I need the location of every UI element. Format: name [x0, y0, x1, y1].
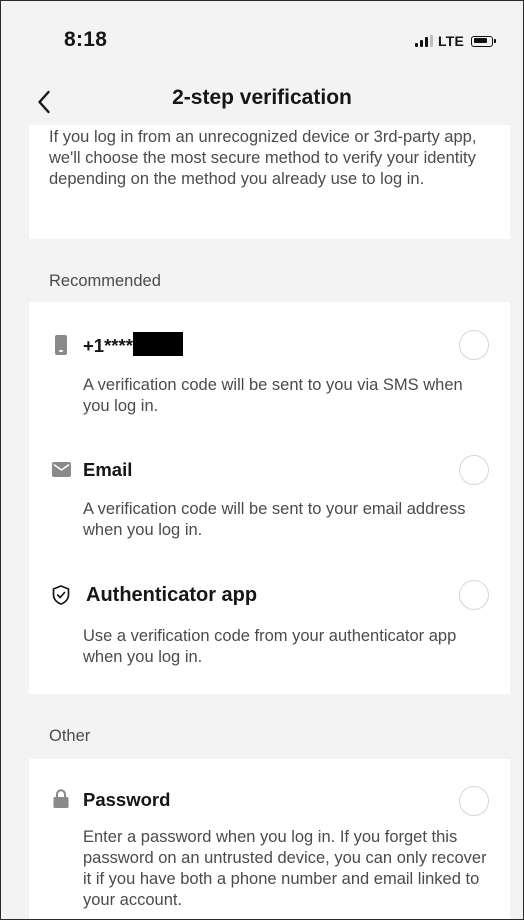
battery-icon	[471, 35, 496, 47]
status-indicators: LTE	[414, 33, 496, 49]
shield-check-icon	[51, 585, 71, 605]
option-email[interactable]: Email A verification code will be sent t…	[29, 430, 510, 558]
network-label: LTE	[437, 33, 464, 49]
section-label-recommended: Recommended	[49, 272, 161, 290]
option-authenticator-title: Authenticator app	[86, 584, 258, 606]
option-password-title: Password	[83, 789, 171, 810]
radio-password[interactable]	[459, 786, 489, 816]
intro-text: If you log in from an unrecognized devic…	[49, 128, 477, 188]
other-card: Password Enter a password when you log i…	[29, 759, 510, 919]
option-password[interactable]: Password Enter a password when you log i…	[29, 759, 510, 919]
status-bar: 8:18 LTE	[1, 1, 523, 81]
phone-number-masked: +1****	[83, 335, 133, 356]
radio-email[interactable]	[459, 455, 489, 485]
screen: 8:18 LTE 2-step verification If you log …	[0, 0, 524, 920]
page-title: 2-step verification	[172, 86, 352, 109]
lock-icon	[51, 788, 71, 808]
option-authenticator[interactable]: Authenticator app Use a verification cod…	[29, 558, 510, 694]
nav-header: 2-step verification	[1, 81, 523, 125]
intro-card: If you log in from an unrecognized devic…	[29, 125, 510, 239]
mail-icon	[51, 459, 71, 479]
radio-phone[interactable]	[459, 330, 489, 360]
signal-icon	[414, 35, 433, 47]
option-email-description: A verification code will be sent to your…	[83, 500, 466, 539]
option-phone[interactable]: +1**** A verification code will be sent …	[29, 302, 510, 430]
recommended-card: +1**** A verification code will be sent …	[29, 302, 510, 694]
phone-icon	[51, 335, 71, 355]
option-authenticator-description: Use a verification code from your authen…	[83, 627, 457, 666]
section-label-other: Other	[49, 727, 91, 745]
radio-authenticator[interactable]	[459, 580, 489, 610]
option-phone-title: +1****	[83, 332, 183, 357]
redacted-block	[132, 332, 183, 356]
option-phone-description: A verification code will be sent to you …	[83, 376, 463, 415]
status-time: 8:18	[64, 28, 108, 51]
option-email-title: Email	[83, 459, 133, 480]
option-password-description: Enter a password when you log in. If you…	[83, 828, 487, 909]
